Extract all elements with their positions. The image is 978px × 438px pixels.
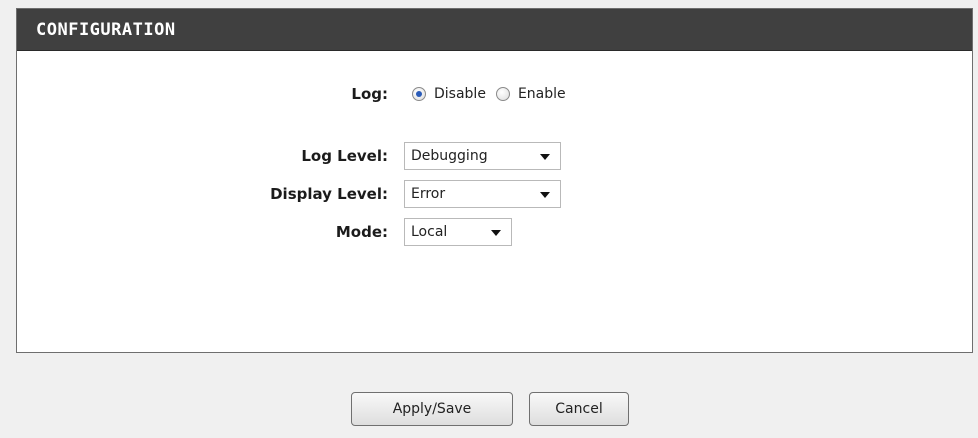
log-level-label: Log Level: [301,147,388,165]
display-level-select[interactable]: Error [404,180,561,208]
log-level-value: Debugging [411,148,488,164]
log-radio-group: Disable Enable [412,86,576,102]
apply-save-button[interactable]: Apply/Save [351,392,513,426]
log-enable-label[interactable]: Enable [518,86,566,102]
cancel-button[interactable]: Cancel [529,392,629,426]
mode-value: Local [411,224,448,240]
chevron-down-icon [540,154,550,160]
chevron-down-icon [491,230,501,236]
panel-header: CONFIGURATION [17,9,972,51]
mode-label: Mode: [335,223,388,241]
log-row: Log: Disable Enable [17,79,972,109]
display-level-label: Display Level: [270,185,388,203]
chevron-down-icon [540,192,550,198]
display-level-value: Error [411,186,446,202]
mode-select[interactable]: Local [404,218,512,246]
log-level-select[interactable]: Debugging [404,142,561,170]
configuration-panel: CONFIGURATION Log: Disable Enable Log Le… [16,8,973,353]
mode-row: Mode: Local [17,217,972,247]
log-enable-radio[interactable] [495,87,510,101]
log-disable-radio[interactable] [412,87,426,101]
log-label: Log: [351,85,388,103]
display-level-row: Display Level: Error [17,179,972,209]
log-level-row: Log Level: Debugging [17,141,972,171]
panel-title: CONFIGURATION [36,19,176,40]
log-disable-label[interactable]: Disable [434,86,486,102]
